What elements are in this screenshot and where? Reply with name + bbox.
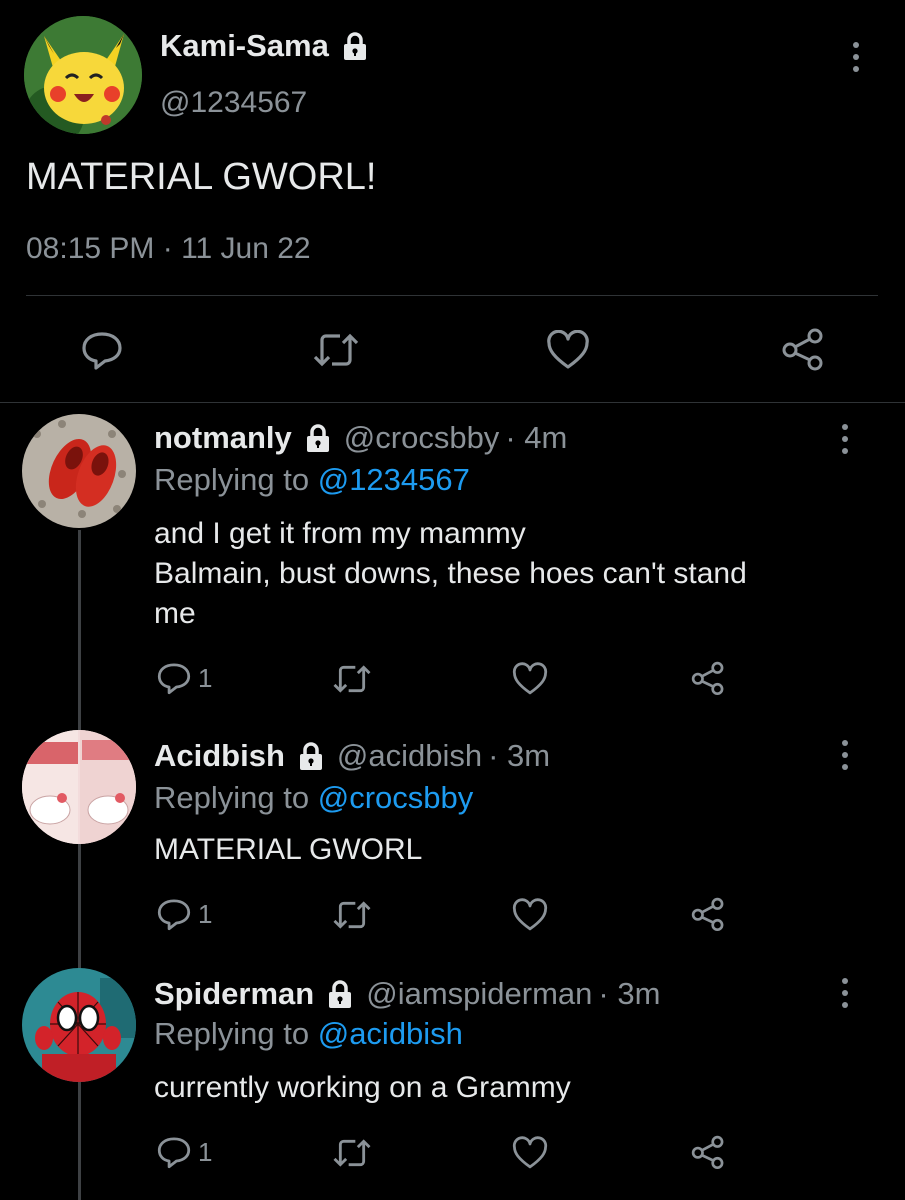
reply-icon — [156, 1134, 192, 1170]
share-icon — [690, 1134, 726, 1170]
reply-text-line: me — [154, 597, 196, 630]
retweet-icon — [332, 898, 372, 932]
timestamp: 08:15 PM · 11 Jun 22 — [26, 232, 311, 265]
reply-button[interactable]: 1 — [156, 896, 212, 932]
reply-icon — [80, 328, 124, 372]
heart-icon — [546, 330, 590, 370]
display-name[interactable]: notmanly — [154, 420, 292, 456]
lock-icon — [295, 740, 327, 772]
share-icon — [780, 326, 826, 372]
more-options-icon[interactable] — [842, 978, 848, 1008]
retweet-button[interactable] — [332, 662, 372, 696]
share-icon — [690, 896, 726, 932]
reply-text-line: Balmain, bust downs, these hoes can't st… — [154, 557, 747, 590]
retweet-button[interactable] — [332, 898, 372, 932]
reply-text-line: MATERIAL GWORL — [154, 833, 423, 866]
lock-icon — [302, 422, 334, 454]
retweet-button[interactable] — [332, 1136, 372, 1170]
retweet-button[interactable] — [312, 330, 360, 370]
more-options-icon[interactable] — [842, 424, 848, 454]
handle[interactable]: @crocsbby — [344, 420, 500, 456]
like-button[interactable] — [512, 662, 548, 696]
display-name[interactable]: Kami-Sama — [160, 28, 329, 64]
spiderman-avatar-icon — [22, 968, 136, 1082]
reply-button[interactable]: 1 — [156, 1134, 212, 1170]
reply-button[interactable]: 1 — [156, 660, 212, 696]
avatar[interactable] — [22, 730, 136, 844]
display-name[interactable]: Spiderman — [154, 976, 314, 1012]
mention-link[interactable]: @1234567 — [318, 462, 470, 497]
retweet-icon — [312, 330, 360, 370]
pikachu-avatar-icon — [24, 16, 142, 134]
display-name[interactable]: Acidbish — [154, 738, 285, 774]
reply-count: 1 — [198, 662, 213, 693]
reply-text-line: currently working on a Grammy — [154, 1071, 571, 1104]
avatar[interactable] — [24, 16, 142, 134]
hello-kitty-avatar-icon — [22, 730, 136, 844]
lock-icon — [324, 978, 356, 1010]
retweet-icon — [332, 662, 372, 696]
like-button[interactable] — [546, 330, 590, 370]
mention-link[interactable]: @acidbish — [318, 1016, 463, 1051]
handle[interactable]: @acidbish — [337, 738, 482, 774]
replying-label: Replying to — [154, 1016, 310, 1051]
share-button[interactable] — [690, 1134, 726, 1170]
avatar[interactable] — [22, 968, 136, 1082]
share-button[interactable] — [780, 326, 826, 372]
replying-label: Replying to — [154, 780, 310, 815]
handle[interactable]: @1234567 — [160, 86, 307, 120]
heart-icon — [512, 662, 548, 696]
post-age: · 3m — [598, 976, 661, 1011]
tweet-text: MATERIAL GWORL! — [26, 156, 377, 198]
mention-link[interactable]: @crocsbby — [318, 780, 474, 815]
reply-icon — [156, 896, 192, 932]
reply-count: 1 — [198, 1136, 213, 1167]
avatar[interactable] — [22, 414, 136, 528]
handle[interactable]: @iamspiderman — [366, 976, 592, 1012]
divider — [26, 295, 878, 296]
reply-button[interactable] — [80, 328, 124, 372]
more-options-icon[interactable] — [842, 740, 848, 770]
retweet-icon — [332, 1136, 372, 1170]
heart-icon — [512, 1136, 548, 1170]
post-age: · 3m — [488, 738, 551, 773]
like-button[interactable] — [512, 898, 548, 932]
share-button[interactable] — [690, 660, 726, 696]
red-crocs-avatar-icon — [22, 414, 136, 528]
thread-line — [78, 530, 81, 1200]
share-button[interactable] — [690, 896, 726, 932]
divider — [0, 402, 905, 403]
post-age: · 4m — [505, 420, 568, 455]
like-button[interactable] — [512, 1136, 548, 1170]
heart-icon — [512, 898, 548, 932]
lock-icon — [339, 30, 371, 62]
replying-label: Replying to — [154, 462, 310, 497]
reply-icon — [156, 660, 192, 696]
reply-count: 1 — [198, 898, 213, 929]
reply-text-line: and I get it from my mammy — [154, 517, 526, 550]
share-icon — [690, 660, 726, 696]
more-options-icon[interactable] — [853, 42, 859, 72]
